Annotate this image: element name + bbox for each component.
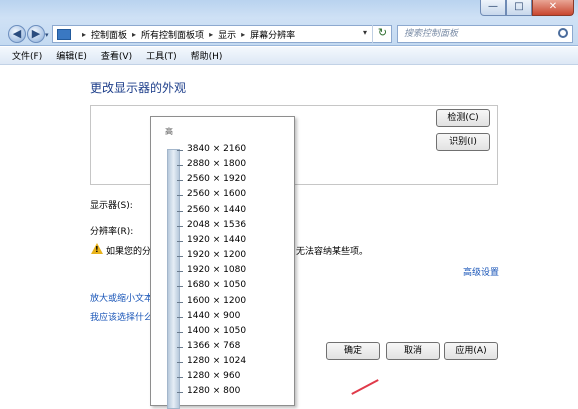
slider-tick: [177, 150, 183, 151]
resolution-option[interactable]: 2048 × 1536: [187, 220, 246, 230]
resolution-label: 分辨率(R):: [90, 227, 134, 237]
window-controls: — □ ✕: [480, 0, 574, 16]
menu-view[interactable]: 查看(V): [101, 49, 132, 62]
cancel-button[interactable]: 取消: [386, 342, 440, 360]
resolution-option[interactable]: 1280 × 800: [187, 386, 240, 396]
resolution-option[interactable]: 1440 × 900: [187, 311, 240, 321]
menu-bar: 文件(F) 编辑(E) 查看(V) 工具(T) 帮助(H): [0, 47, 578, 65]
apply-button[interactable]: 应用(A): [444, 342, 498, 360]
search-placeholder: 搜索控制面板: [404, 29, 459, 39]
breadcrumb-control-panel[interactable]: 控制面板: [91, 28, 127, 41]
menu-tools[interactable]: 工具(T): [146, 49, 177, 62]
page-title: 更改显示器的外观: [90, 81, 187, 95]
address-dropdown[interactable]: ▾: [363, 28, 367, 37]
search-icon[interactable]: [558, 28, 568, 38]
back-button[interactable]: ◀: [8, 25, 26, 43]
refresh-button[interactable]: ↻: [372, 25, 392, 43]
resolution-slider[interactable]: [167, 149, 180, 409]
text-size-link[interactable]: 放大或缩小文本: [90, 291, 153, 304]
slider-tick: [177, 165, 183, 167]
recent-pages-dropdown[interactable]: ▾: [45, 31, 49, 39]
resolution-option[interactable]: 2880 × 1800: [187, 159, 246, 169]
close-button[interactable]: ✕: [532, 0, 574, 16]
title-bar: — □ ✕ ◀ ▶ ▾ ▸ 控制面板 ▸ 所有控制面板项 ▸ 显示 ▸ 屏幕分辨…: [0, 0, 578, 46]
resolution-option[interactable]: 3840 × 2160: [187, 144, 246, 154]
breadcrumb-separator[interactable]: ▸: [241, 30, 245, 39]
menu-help[interactable]: 帮助(H): [191, 49, 223, 62]
resolution-dropdown[interactable]: 高 3840 × 2160 2880 × 1800 2560 × 1920 2560 …: [150, 116, 295, 409]
control-panel-icon: [57, 28, 71, 40]
slider-tick: [177, 301, 183, 303]
slider-tick: [177, 240, 183, 242]
slider-tick: [177, 210, 183, 212]
resolution-option[interactable]: 1280 × 1024: [187, 356, 246, 366]
resolution-option[interactable]: 2560 × 1440: [187, 205, 246, 215]
forward-button[interactable]: ▶: [27, 25, 45, 43]
ok-button[interactable]: 确定: [326, 342, 380, 360]
slider-tick: [177, 392, 183, 394]
minimize-button[interactable]: —: [480, 0, 506, 16]
slider-tick: [177, 377, 183, 379]
which-setting-link[interactable]: 我应该选择什么: [90, 310, 153, 323]
resolution-option[interactable]: 1920 × 1080: [187, 265, 246, 275]
advanced-settings-link[interactable]: 高级设置: [463, 265, 499, 278]
search-input[interactable]: 搜索控制面板: [397, 25, 573, 43]
slider-tick: [177, 256, 183, 258]
breadcrumb-separator[interactable]: ▸: [132, 30, 136, 39]
slider-tick: [177, 180, 183, 182]
breadcrumb-all-items[interactable]: 所有控制面板项: [141, 28, 204, 41]
breadcrumb-display[interactable]: 显示: [218, 28, 236, 41]
resolution-option[interactable]: 1920 × 1200: [187, 250, 246, 260]
slider-tick: [177, 225, 183, 227]
resolution-option[interactable]: 1280 × 960: [187, 371, 240, 381]
menu-edit[interactable]: 编辑(E): [56, 49, 87, 62]
warning-text: 如果您的分: [106, 247, 152, 257]
slider-tick: [177, 331, 183, 333]
detect-button[interactable]: 检测(C): [436, 109, 490, 127]
resolution-option[interactable]: 1600 × 1200: [187, 296, 246, 306]
address-bar[interactable]: ▸ 控制面板 ▸ 所有控制面板项 ▸ 显示 ▸ 屏幕分辨率 ▾: [52, 25, 392, 43]
slider-tick: [177, 271, 183, 273]
slider-tick: [177, 362, 183, 364]
resolution-option[interactable]: 1680 × 1050: [187, 280, 246, 290]
warning-text-continued: 无法容纳某些项。: [296, 247, 369, 257]
maximize-button[interactable]: □: [506, 0, 532, 16]
slider-tick: [177, 195, 183, 197]
high-label: 高: [165, 127, 173, 136]
warning-icon: !: [91, 243, 103, 254]
slider-tick: [177, 286, 183, 288]
display-label: 显示器(S):: [90, 201, 133, 211]
resolution-option[interactable]: 1400 × 1050: [187, 326, 246, 336]
resolution-option[interactable]: 2560 × 1600: [187, 189, 246, 199]
menu-file[interactable]: 文件(F): [12, 49, 42, 62]
identify-button[interactable]: 识别(I): [436, 133, 490, 151]
breadcrumb-separator[interactable]: ▸: [82, 30, 86, 39]
slider-tick: [177, 316, 183, 318]
slider-tick: [177, 346, 183, 348]
resolution-option[interactable]: 1366 × 768: [187, 341, 240, 351]
breadcrumb-separator[interactable]: ▸: [209, 30, 213, 39]
breadcrumb-screen-resolution[interactable]: 屏幕分辨率: [250, 28, 295, 41]
resolution-option[interactable]: 1920 × 1440: [187, 235, 246, 245]
resolution-option[interactable]: 2560 × 1920: [187, 174, 246, 184]
